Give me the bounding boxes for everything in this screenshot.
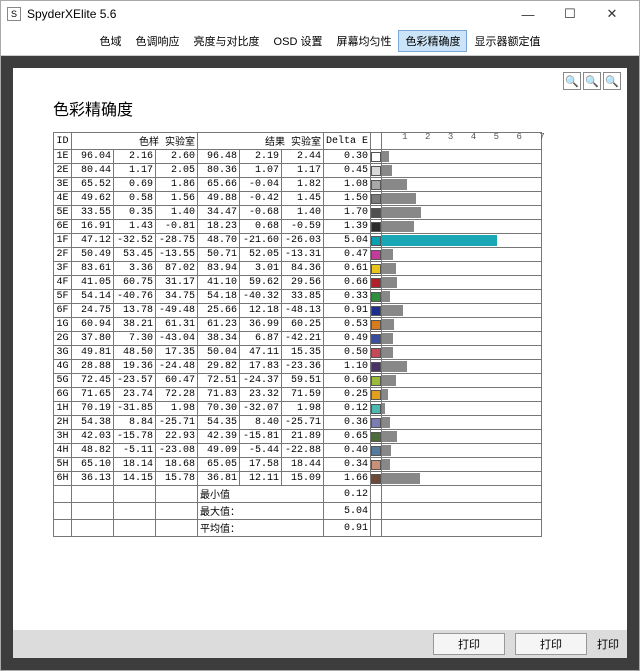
maximize-button[interactable]: ☐ <box>549 1 591 27</box>
zoom-fit-icon[interactable]: 🔍 <box>603 72 621 90</box>
table-row: 4F41.0560.7531.1741.1059.6229.560.66 <box>54 276 542 290</box>
app-icon: S <box>7 7 21 21</box>
table-row: 2H54.388.84-25.7154.358.40-25.710.36 <box>54 416 542 430</box>
report-title: 色彩精确度 <box>53 96 587 120</box>
table-row: 3H42.03-15.7822.9342.39-15.8121.890.65 <box>54 430 542 444</box>
col-sample: 色样 实验室 <box>72 133 198 150</box>
table-row: 3E65.520.691.8665.66-0.041.821.08 <box>54 178 542 192</box>
table-row: 1H70.19-31.851.9870.30-32.071.980.12 <box>54 402 542 416</box>
summary-row: 最大值：5.04 <box>54 503 542 520</box>
app-window: S SpyderXElite 5.6 — ☐ ✕ 色域色调响应亮度与对比度OSD… <box>0 0 640 671</box>
table-row: 2G37.807.30-43.0438.346.87-42.210.49 <box>54 332 542 346</box>
table-row: 5G72.45-23.5760.4772.51-24.3759.510.60 <box>54 374 542 388</box>
table-row: 1F47.12-32.52-28.7548.70-21.60-26.035.04 <box>54 234 542 248</box>
content-outer: 🔍 🔍 🔍 色彩精确度 ID色样 实验室结果 实验室Delta E 1234567… <box>1 56 639 670</box>
table-row: 6G71.6523.7472.2871.8323.3271.590.25 <box>54 388 542 402</box>
zoom-in-icon[interactable]: 🔍 <box>563 72 581 90</box>
col-chart: 1234567 <box>382 133 542 150</box>
close-button[interactable]: ✕ <box>591 1 633 27</box>
report-paper: 🔍 🔍 🔍 色彩精确度 ID色样 实验室结果 实验室Delta E 1234567… <box>13 68 627 630</box>
footer-print-label: 打印 <box>597 636 619 652</box>
tab-亮度与对比度[interactable]: 亮度与对比度 <box>187 30 267 52</box>
footer-bar: 打印 打印 打印 <box>13 630 627 658</box>
table-row: 6H36.1314.1515.7836.8112.1115.091.66 <box>54 472 542 486</box>
zoom-toolbar: 🔍 🔍 🔍 <box>563 72 621 90</box>
table-row: 1E96.042.162.6096.482.192.440.30 <box>54 150 542 164</box>
minimize-button[interactable]: — <box>507 1 549 27</box>
summary-row: 平均值：0.91 <box>54 520 542 537</box>
table-row: 5E33.550.351.4034.47-0.681.401.70 <box>54 206 542 220</box>
table-row: 6F24.7513.78-49.4825.6612.18-48.130.91 <box>54 304 542 318</box>
tab-显示器额定值[interactable]: 显示器额定值 <box>467 30 547 52</box>
table-row: 5F54.14-40.7634.7554.18-40.3233.850.33 <box>54 290 542 304</box>
table-row: 5H65.1018.1418.6865.0517.5818.440.34 <box>54 458 542 472</box>
col-swatch <box>371 133 382 150</box>
tab-OSD 设置[interactable]: OSD 设置 <box>267 30 330 52</box>
tabs: 色域色调响应亮度与对比度OSD 设置屏幕均匀性色彩精确度显示器额定值 <box>1 27 639 56</box>
table-row: 4G28.8819.36-24.4829.8217.83-23.361.10 <box>54 360 542 374</box>
app-title: SpyderXElite 5.6 <box>27 7 116 21</box>
summary-row: 最小值0.12 <box>54 486 542 503</box>
table-row: 2E80.441.172.0580.361.071.170.45 <box>54 164 542 178</box>
zoom-out-icon[interactable]: 🔍 <box>583 72 601 90</box>
col-delta: Delta E <box>324 133 371 150</box>
table-row: 4E49.620.581.5649.88-0.421.451.50 <box>54 192 542 206</box>
color-accuracy-table: ID色样 实验室结果 实验室Delta E 12345671E96.042.162… <box>53 132 542 537</box>
tab-色调响应[interactable]: 色调响应 <box>129 30 187 52</box>
table-row: 6E16.911.43-0.8118.230.68-0.591.39 <box>54 220 542 234</box>
table-row: 1G60.9438.2161.3161.2336.9960.250.53 <box>54 318 542 332</box>
tab-色彩精确度[interactable]: 色彩精确度 <box>398 30 467 52</box>
titlebar: S SpyderXElite 5.6 — ☐ ✕ <box>1 1 639 27</box>
table-row: 3F83.613.3687.0283.943.0184.360.61 <box>54 262 542 276</box>
table-row: 2F50.4953.45-13.5550.7152.05-13.310.47 <box>54 248 542 262</box>
print-button-2[interactable]: 打印 <box>515 633 587 655</box>
table-row: 4H48.82-5.11-23.0849.09-5.44-22.880.40 <box>54 444 542 458</box>
table-row: 3G49.8148.5017.3550.0447.1115.350.50 <box>54 346 542 360</box>
tab-色域[interactable]: 色域 <box>93 30 129 52</box>
print-button-1[interactable]: 打印 <box>433 633 505 655</box>
tab-屏幕均匀性[interactable]: 屏幕均匀性 <box>329 30 398 52</box>
col-result: 结果 实验室 <box>198 133 324 150</box>
report: 色彩精确度 ID色样 实验室结果 实验室Delta E 12345671E96.0… <box>13 68 627 547</box>
col-id: ID <box>54 133 72 150</box>
